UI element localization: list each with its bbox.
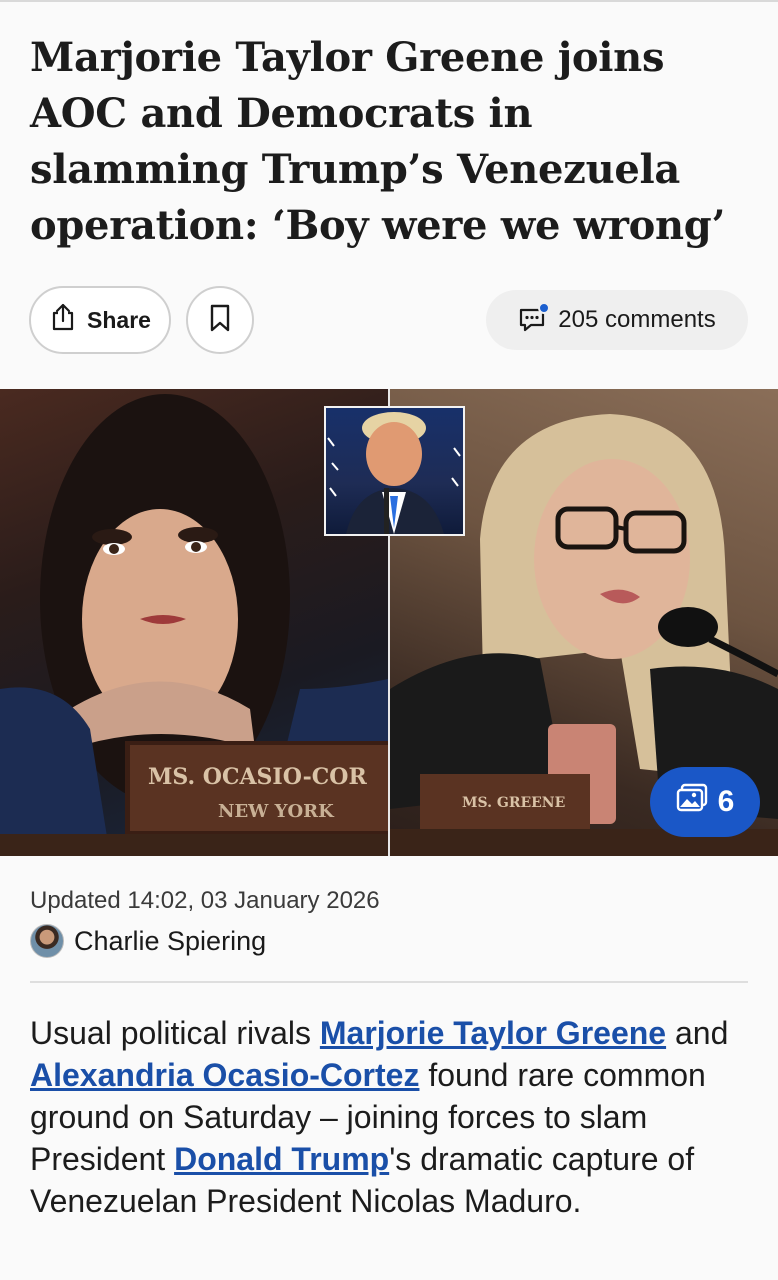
article-headline: Marjorie Taylor Greene joins AOC and Dem… xyxy=(30,34,726,249)
author-avatar xyxy=(30,924,64,958)
notification-dot xyxy=(538,302,551,314)
hero-image[interactable]: MS. OCASIO-COR NEW YORK MS. GREENE 6 xyxy=(0,389,778,856)
top-divider xyxy=(0,0,778,2)
section-divider xyxy=(30,981,748,983)
author-name[interactable]: Charlie Spiering xyxy=(74,926,266,957)
body-text-1: Usual political rivals xyxy=(30,1015,320,1051)
link-alexandria-ocasio-cortez[interactable]: Alexandria Ocasio-Cortez xyxy=(30,1057,419,1093)
right-nameplate: MS. GREENE xyxy=(462,795,565,811)
left-nameplate-line1: MS. OCASIO-COR xyxy=(148,764,367,790)
body-text-2: and xyxy=(666,1015,729,1051)
article-lead-paragraph: Usual political rivals Marjorie Taylor G… xyxy=(30,1012,752,1222)
share-icon xyxy=(49,302,77,338)
updated-timestamp: Updated 14:02, 03 January 2026 xyxy=(30,887,380,914)
gallery-count: 6 xyxy=(717,785,735,818)
byline[interactable]: Charlie Spiering xyxy=(30,924,266,958)
comments-button[interactable]: 205 comments xyxy=(486,290,748,350)
gallery-icon xyxy=(676,783,708,821)
share-button[interactable]: Share xyxy=(29,286,171,354)
comments-count: 205 comments xyxy=(558,306,716,333)
link-donald-trump[interactable]: Donald Trump xyxy=(174,1141,389,1177)
share-label: Share xyxy=(87,306,151,333)
bookmark-button[interactable] xyxy=(186,286,254,354)
left-nameplate-line2: NEW YORK xyxy=(218,801,335,822)
bookmark-icon xyxy=(209,304,231,337)
link-marjorie-taylor-greene[interactable]: Marjorie Taylor Greene xyxy=(320,1015,666,1051)
article-actions: Share 205 comments xyxy=(0,286,778,356)
gallery-button[interactable]: 6 xyxy=(650,767,760,837)
comments-icon xyxy=(518,302,551,334)
inset-photo xyxy=(324,406,465,536)
